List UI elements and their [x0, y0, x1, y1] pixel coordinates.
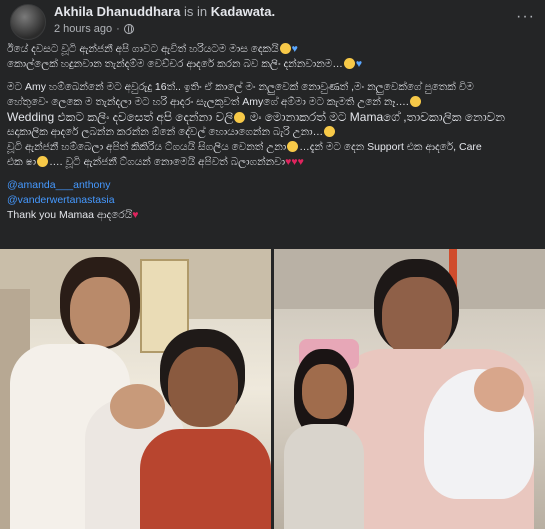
- author-avatar[interactable]: [10, 4, 46, 40]
- more-icon[interactable]: ···: [516, 8, 535, 26]
- mention-link[interactable]: @vanderwertanastasia: [7, 194, 115, 206]
- author-line: Akhila Dhanuddhara is in Kadawata.: [54, 4, 275, 19]
- red-heart-icon: ♥: [132, 209, 139, 221]
- photo-left[interactable]: [0, 249, 271, 529]
- thinking-emoji-icon: [343, 58, 355, 69]
- post-line: හේතුවෙං ලෙකෙ ම තැන්දලා මට හරි ආදරං සැලකු…: [7, 95, 537, 110]
- post-line: ඊයේ දවසට වූටි ඇන්ජනී අපි ගාවට ඇවිත් හරිය…: [7, 43, 298, 55]
- meta-separator: ·: [116, 23, 120, 35]
- smile-emoji-icon: [279, 43, 291, 54]
- emoji-icon: [287, 141, 299, 152]
- blue-heart-icon: ♥: [291, 43, 298, 55]
- emoji-icon: [234, 112, 246, 123]
- red-heart-icon: ♥♥♥: [285, 156, 304, 168]
- emoji-icon: [324, 126, 336, 137]
- author-name[interactable]: Akhila Dhanuddhara: [54, 4, 180, 19]
- emoji-icon: [409, 96, 421, 107]
- post-line: මට Amy හම්බෙන්නේ මට අවුරුදු 16ත්.. ඉතිං …: [7, 81, 474, 93]
- location-name[interactable]: Kadawata.: [211, 4, 275, 19]
- post-line: සදාකාලික ආදරේ ලබන්න කරන්න ඕනේ දේවල් හොයා…: [7, 125, 537, 140]
- mention-link[interactable]: @amanda___anthony: [7, 179, 111, 191]
- photo-right[interactable]: [274, 249, 545, 529]
- emoji-icon: [37, 156, 49, 167]
- is-in-text: is in: [184, 4, 208, 19]
- globe-icon[interactable]: [123, 24, 134, 34]
- photo-grid: [0, 249, 545, 529]
- mention-line: @amanda___anthony: [7, 178, 537, 193]
- post-line: එක ෂා…. වූටි ඇන්ජනී ට්ගයන් නොමෙයි අපිවත්…: [7, 156, 304, 168]
- post-line: Wedding එකට කලිං දවසෙත් අපි දෙන්නා වලි ම…: [7, 110, 506, 124]
- thanks-line: Thank you Mamaa ආදරෙයි♥: [7, 209, 139, 221]
- post-line: කොල්ලෙක් හදුනවාන තැන්දම්ම වෙච්චර ආදරේ කර…: [7, 58, 363, 70]
- facebook-post: Akhila Dhanuddhara is in Kadawata. 2 hou…: [0, 0, 545, 529]
- post-text: ඊයේ දවසට වූටි ඇන්ජනී අපි ගාවට ඇවිත් හරිය…: [7, 42, 537, 223]
- post-meta: 2 hours ago ·: [54, 23, 134, 35]
- blue-heart-icon: ♥: [355, 58, 363, 70]
- post-header: Akhila Dhanuddhara is in Kadawata. 2 hou…: [10, 2, 535, 40]
- post-time[interactable]: 2 hours ago: [54, 23, 112, 35]
- mention-line: @vanderwertanastasia: [7, 193, 537, 208]
- post-line: වූටි ඇන්ජනී හම්බෙලා අපිත් කිකිරිය ට්ගයයි…: [7, 141, 482, 153]
